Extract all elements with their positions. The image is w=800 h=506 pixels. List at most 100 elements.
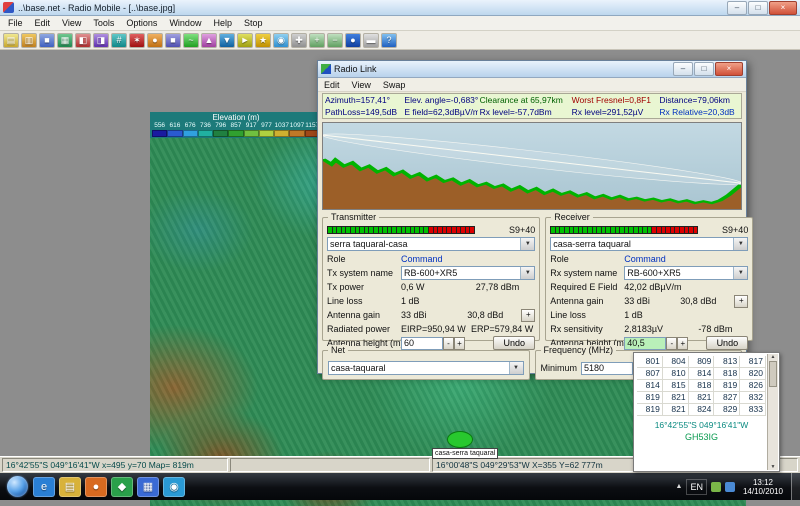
grid-cell[interactable]: 809 — [689, 356, 715, 368]
rx-height-decrease-button[interactable]: - — [666, 337, 677, 350]
save-icon[interactable]: ■ — [39, 33, 55, 48]
tray-status-icon[interactable] — [711, 482, 721, 492]
menu-edit[interactable]: Edit — [29, 17, 57, 29]
rx-height-increase-button[interactable]: + — [677, 337, 688, 350]
visual-coverage-icon[interactable]: ◉ — [273, 33, 289, 48]
tx-undo-button[interactable]: Undo — [493, 336, 535, 350]
new-picture-icon[interactable]: ▤ — [3, 33, 19, 48]
grid-cell[interactable]: 818 — [689, 380, 715, 392]
tx-site-select[interactable]: serra taquaral-casa ▼ — [327, 237, 535, 251]
best-sites-icon[interactable]: ★ — [255, 33, 271, 48]
dropdown-arrow-icon[interactable]: ▼ — [520, 238, 534, 250]
language-indicator[interactable]: EN — [686, 479, 707, 495]
zoom-in-icon[interactable]: + — [309, 33, 325, 48]
menu-file[interactable]: File — [2, 17, 29, 29]
menu-window[interactable]: Window — [163, 17, 207, 29]
app-green-icon[interactable]: ◆ — [111, 477, 133, 497]
rx-antenna-pattern-button[interactable]: + — [734, 295, 748, 308]
grid-cell[interactable]: 821 — [689, 392, 715, 404]
system-properties-icon[interactable]: ■ — [165, 33, 181, 48]
rx-antenna-height-input[interactable]: 40,5 — [624, 337, 666, 350]
grid-cell[interactable]: 804 — [663, 356, 689, 368]
dialog-maximize-button[interactable]: □ — [694, 62, 714, 76]
frequency-min-input[interactable]: 5180 — [581, 362, 633, 375]
print-icon[interactable]: ▬ — [363, 33, 379, 48]
minimize-button[interactable]: – — [727, 1, 747, 15]
tx-antenna-height-input[interactable]: 60 — [401, 337, 443, 350]
radio-mobile-taskbar-icon[interactable]: ▦ — [137, 477, 159, 497]
combined-cartesian-coverage-icon[interactable]: ▼ — [219, 33, 235, 48]
dropdown-arrow-icon[interactable]: ▼ — [509, 362, 523, 374]
net-select[interactable]: casa-taquaral ▼ — [328, 361, 524, 375]
grid-cell[interactable]: 821 — [663, 392, 689, 404]
tx-height-decrease-button[interactable]: - — [443, 337, 454, 350]
grid-cell[interactable]: 818 — [714, 368, 740, 380]
tx-antenna-pattern-button[interactable]: + — [521, 309, 535, 322]
start-button[interactable] — [7, 476, 28, 497]
menu-tools[interactable]: Tools — [87, 17, 120, 29]
rx-undo-button[interactable]: Undo — [706, 336, 748, 350]
help-icon[interactable]: ? — [381, 33, 397, 48]
radio-link-titlebar[interactable]: Radio Link – □ × — [318, 61, 746, 78]
grid-cell[interactable]: 819 — [637, 404, 663, 416]
media-player-icon[interactable]: ● — [85, 477, 107, 497]
picture-properties-icon[interactable]: ◧ — [75, 33, 91, 48]
radio-link-menu-swap[interactable]: Swap — [377, 79, 412, 91]
taskbar-clock[interactable]: 13:12 14/10/2010 — [739, 478, 787, 496]
menu-stop[interactable]: Stop — [238, 17, 269, 29]
grid-cell[interactable]: 819 — [714, 380, 740, 392]
show-desktop-button[interactable] — [791, 473, 800, 500]
explorer-folder-icon[interactable]: ▤ — [59, 477, 81, 497]
elevation-grid-icon[interactable]: # — [111, 33, 127, 48]
google-earth-icon[interactable]: ◉ — [163, 477, 185, 497]
dropdown-arrow-icon[interactable]: ▼ — [733, 267, 747, 279]
tray-expand-icon[interactable]: ▲ — [676, 483, 683, 490]
grid-cell[interactable]: 826 — [740, 380, 766, 392]
grid-cell[interactable]: 810 — [663, 368, 689, 380]
internet-explorer-icon[interactable]: e — [33, 477, 55, 497]
radio-link-menu-edit[interactable]: Edit — [318, 79, 346, 91]
tray-network-icon[interactable] — [725, 482, 735, 492]
site-marker[interactable] — [447, 431, 473, 448]
path-profile-chart[interactable] — [322, 122, 742, 210]
network-properties-icon[interactable]: ✶ — [129, 33, 145, 48]
grid-cell[interactable]: 814 — [637, 380, 663, 392]
grid-scrollbar[interactable]: ▲ ▼ — [767, 354, 778, 470]
grid-cell[interactable]: 801 — [637, 356, 663, 368]
radio-link-menu-view[interactable]: View — [346, 79, 377, 91]
grid-cell[interactable]: 814 — [689, 368, 715, 380]
grid-cell[interactable]: 817 — [740, 356, 766, 368]
globe-icon[interactable]: ● — [345, 33, 361, 48]
menu-view[interactable]: View — [56, 17, 87, 29]
menu-options[interactable]: Options — [120, 17, 163, 29]
grid-cell[interactable]: 833 — [740, 404, 766, 416]
open-file-icon[interactable]: ▥ — [21, 33, 37, 48]
single-polar-coverage-icon[interactable]: ▲ — [201, 33, 217, 48]
rx-system-select[interactable]: RB-600+XR5 ▼ — [624, 266, 748, 280]
zoom-out-icon[interactable]: − — [327, 33, 343, 48]
dialog-minimize-button[interactable]: – — [673, 62, 693, 76]
close-button[interactable]: × — [769, 1, 797, 15]
route-coverage-icon[interactable]: ► — [237, 33, 253, 48]
grid-cell[interactable]: 824 — [689, 404, 715, 416]
map-properties-icon[interactable]: ▦ — [57, 33, 73, 48]
merge-pictures-icon[interactable]: ◨ — [93, 33, 109, 48]
maximize-button[interactable]: □ — [748, 1, 768, 15]
scroll-up-icon[interactable]: ▲ — [771, 354, 776, 360]
grid-cell[interactable]: 821 — [663, 404, 689, 416]
tx-system-select[interactable]: RB-600+XR5 ▼ — [401, 266, 535, 280]
rx-site-select[interactable]: casa-serra taquaral ▼ — [550, 237, 748, 251]
dialog-close-button[interactable]: × — [715, 62, 743, 76]
dropdown-arrow-icon[interactable]: ▼ — [520, 267, 534, 279]
antenna-pattern-icon[interactable]: ✚ — [291, 33, 307, 48]
grid-cell[interactable]: 807 — [637, 368, 663, 380]
unit-properties-icon[interactable]: ● — [147, 33, 163, 48]
grid-cell[interactable]: 820 — [740, 368, 766, 380]
grid-cell[interactable]: 813 — [714, 356, 740, 368]
main-titlebar[interactable]: ..\base.net - Radio Mobile - [..\base.jp… — [0, 0, 800, 16]
grid-cell[interactable]: 819 — [637, 392, 663, 404]
dropdown-arrow-icon[interactable]: ▼ — [733, 238, 747, 250]
scroll-down-icon[interactable]: ▼ — [771, 464, 776, 470]
radio-link-icon[interactable]: ~ — [183, 33, 199, 48]
scroll-thumb[interactable] — [769, 361, 777, 387]
